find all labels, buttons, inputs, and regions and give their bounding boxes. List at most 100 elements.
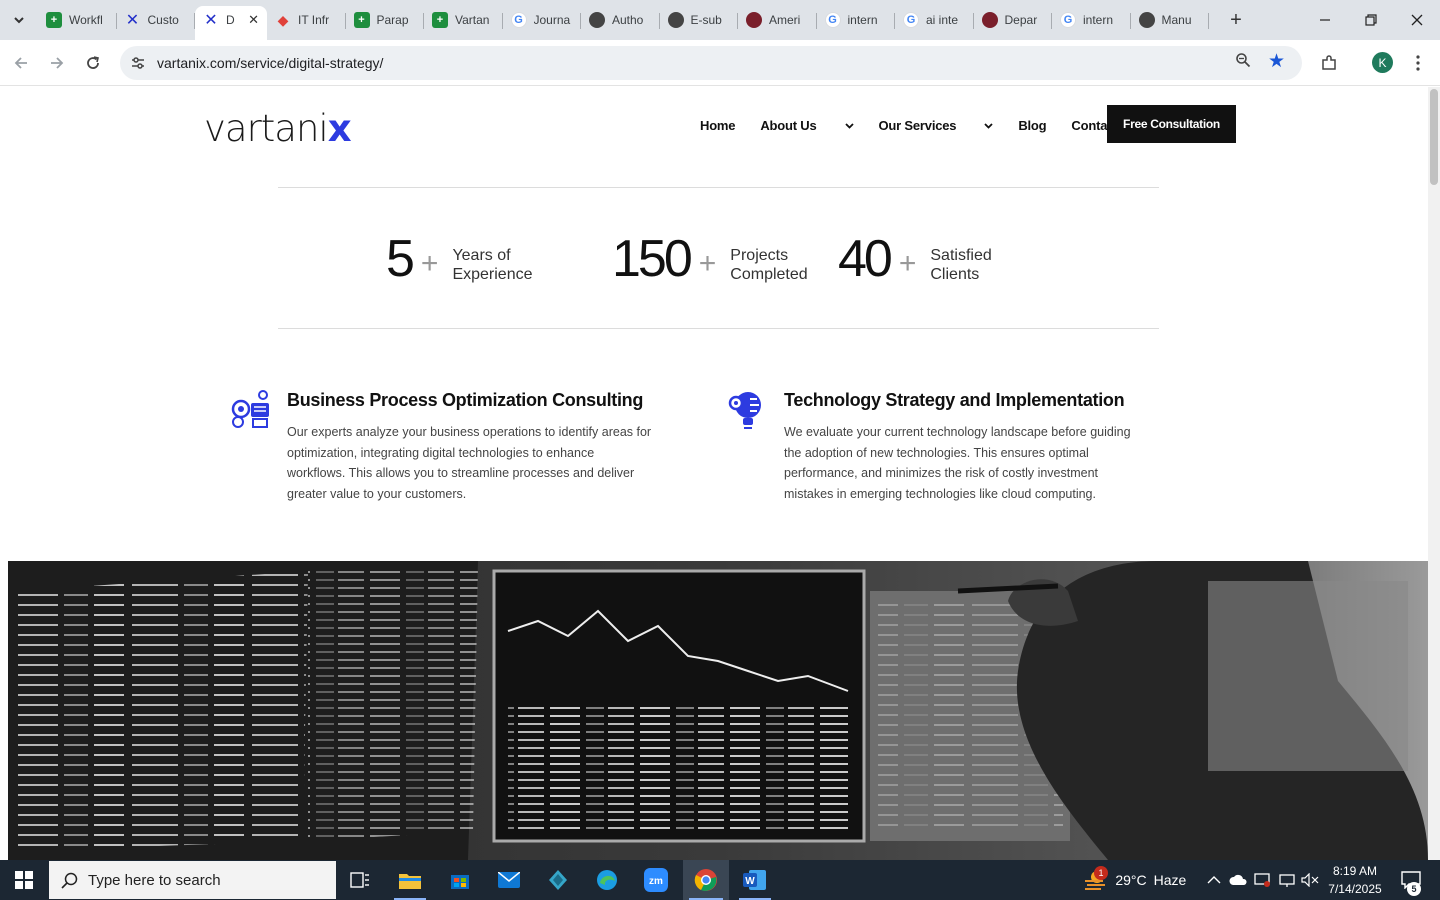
browser-tab[interactable]: Ameri [738, 6, 817, 34]
browser-tab[interactable]: Custo [117, 6, 196, 34]
sheets-icon: + [46, 12, 62, 28]
plus-icon: + [698, 247, 717, 280]
browser-tab[interactable]: + Workfl [38, 6, 117, 34]
tab-title: E-sub [690, 13, 722, 27]
site-logo[interactable]: vartanix [204, 107, 352, 150]
taskbar-search[interactable]: Type here to search [49, 861, 336, 899]
logo-text: vartani [204, 107, 329, 150]
plus-icon: + [898, 247, 917, 280]
store-app[interactable] [438, 860, 482, 900]
edge-app[interactable] [585, 860, 629, 900]
browser-tab[interactable]: + Parap [346, 6, 425, 34]
browser-tab[interactable]: Manu [1131, 6, 1210, 34]
restore-button[interactable] [1348, 0, 1394, 40]
page-scrollbar[interactable] [1428, 87, 1440, 860]
file-explorer-app[interactable] [388, 860, 432, 900]
menu-button[interactable] [1405, 50, 1431, 76]
stat-label: Projects Completed [730, 246, 807, 284]
main-nav: Home About Us Our Services Blog Contact … [700, 118, 1163, 133]
browser-tab[interactable]: Depar [974, 6, 1053, 34]
divider [278, 328, 1159, 329]
nav-services[interactable]: Our Services [879, 118, 994, 133]
stat-projects: 150 + Projects Completed [612, 227, 808, 291]
tab-title: Journa [533, 13, 571, 27]
windows-taskbar: Type here to search zm W 1 29°C Haze 8:1… [0, 860, 1440, 900]
chevron-down-icon [844, 123, 854, 129]
new-tab-button[interactable]: + [1226, 9, 1246, 32]
nav-services-label: Our Services [878, 118, 957, 133]
address-bar[interactable]: vartanix.com/service/digital-strategy/ ★ [120, 46, 1302, 80]
reload-button[interactable] [80, 50, 106, 76]
close-icon [1411, 14, 1423, 26]
browser-tab[interactable]: Autho [581, 6, 660, 34]
start-button[interactable] [0, 860, 48, 900]
task-view-button[interactable] [340, 860, 380, 900]
scrollbar-thumb[interactable] [1430, 89, 1438, 185]
bookmark-star-icon[interactable]: ★ [1268, 50, 1285, 73]
clock-time: 8:19 AM [1332, 864, 1378, 878]
nav-home[interactable]: Home [700, 118, 736, 133]
folder-icon [399, 874, 421, 889]
browser-tab[interactable]: G Journa [503, 6, 582, 34]
system-clock[interactable]: 8:19 AM 7/14/2025 [1322, 862, 1388, 898]
hero-photo-developer-monitors [8, 561, 1428, 860]
volume-tray[interactable] [1299, 860, 1321, 900]
google-icon: G [1060, 12, 1076, 28]
shield-monitor-icon [1254, 873, 1270, 887]
stat-label-line: Experience [452, 266, 533, 283]
network-tray[interactable] [1276, 860, 1298, 900]
profile-avatar[interactable]: K [1372, 52, 1393, 73]
onedrive-tray[interactable] [1228, 860, 1248, 900]
browser-tab[interactable]: D✕ [195, 6, 267, 40]
url-text[interactable]: vartanix.com/service/digital-strategy/ [157, 55, 383, 71]
weather-temp[interactable]: 29°C [1114, 860, 1148, 900]
close-tab-icon[interactable]: ✕ [248, 12, 259, 28]
stat-number: 5 [386, 230, 415, 288]
word-app[interactable]: W [733, 860, 777, 900]
zoom-icon[interactable] [1235, 52, 1251, 72]
browser-tab[interactable]: E-sub [660, 6, 739, 34]
chrome-app[interactable] [683, 860, 729, 900]
tab-title: D [226, 13, 235, 27]
back-button[interactable] [8, 50, 34, 76]
security-tray[interactable] [1252, 860, 1272, 900]
forward-button[interactable] [44, 50, 70, 76]
browser-tab[interactable]: ◆ IT Infr [267, 6, 346, 34]
browser-tab[interactable]: Gai inte [895, 6, 974, 34]
developer-photo-illustration [8, 561, 1428, 860]
close-window-button[interactable] [1394, 0, 1440, 40]
kite-app[interactable] [536, 860, 580, 900]
nav-about[interactable]: About Us [760, 118, 854, 133]
browser-toolbar: vartanix.com/service/digital-strategy/ ★… [0, 40, 1440, 86]
tray-overflow-button[interactable] [1204, 860, 1224, 900]
site-info-icon[interactable] [128, 53, 148, 73]
arrow-left-icon [14, 57, 27, 69]
vartanix-icon [203, 12, 219, 28]
browser-tab[interactable]: Gintern [1052, 6, 1131, 34]
extensions-button[interactable] [1316, 50, 1342, 76]
task-view-icon [350, 872, 369, 888]
divider [278, 187, 1159, 188]
browser-tab[interactable]: + Vartan [424, 6, 503, 34]
weather-badge: 1 [1094, 866, 1108, 880]
weather-description[interactable]: Haze [1152, 860, 1188, 900]
mail-app[interactable] [487, 860, 531, 900]
minimize-button[interactable] [1302, 0, 1348, 40]
google-icon: G [903, 12, 919, 28]
tab-title: Manu [1161, 13, 1192, 27]
stat-label-line: Projects [730, 247, 789, 264]
tab-title: IT Infr [298, 13, 330, 27]
svg-text:zm: zm [649, 876, 663, 887]
zoom-app[interactable]: zm [634, 860, 678, 900]
tech-bulb-icon [728, 392, 761, 429]
arrow-right-icon [51, 57, 64, 69]
sheets-icon: + [432, 12, 448, 28]
volume-muted-icon [1301, 873, 1319, 887]
browser-tab[interactable]: Gintern [817, 6, 896, 34]
service-title: Technology Strategy and Implementation [784, 390, 1125, 410]
plus-icon: + [420, 247, 439, 280]
tab-search-button[interactable] [6, 8, 32, 32]
tab-title: Custo [147, 13, 179, 27]
nav-blog[interactable]: Blog [1018, 118, 1046, 133]
free-consultation-button[interactable]: Free Consultation [1107, 105, 1236, 143]
